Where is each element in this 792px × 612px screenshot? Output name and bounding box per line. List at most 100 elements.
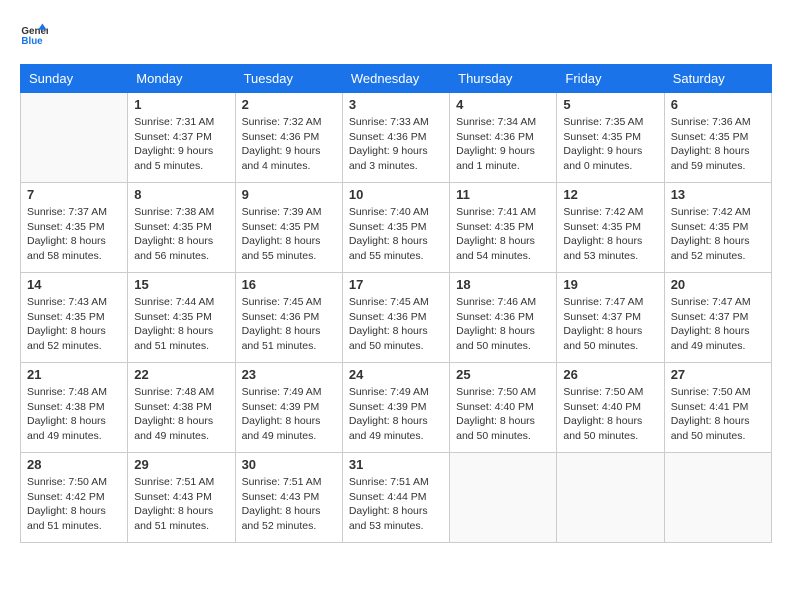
day-number: 21 bbox=[27, 367, 121, 382]
cell-info: Sunrise: 7:49 AMSunset: 4:39 PMDaylight:… bbox=[349, 385, 443, 444]
day-number: 28 bbox=[27, 457, 121, 472]
header: General Blue bbox=[20, 20, 772, 48]
calendar-cell bbox=[664, 453, 771, 543]
day-number: 16 bbox=[242, 277, 336, 292]
calendar-cell: 18Sunrise: 7:46 AMSunset: 4:36 PMDayligh… bbox=[450, 273, 557, 363]
calendar-cell: 6Sunrise: 7:36 AMSunset: 4:35 PMDaylight… bbox=[664, 93, 771, 183]
day-number: 15 bbox=[134, 277, 228, 292]
column-header-wednesday: Wednesday bbox=[342, 65, 449, 93]
cell-info: Sunrise: 7:39 AMSunset: 4:35 PMDaylight:… bbox=[242, 205, 336, 264]
day-number: 18 bbox=[456, 277, 550, 292]
cell-info: Sunrise: 7:47 AMSunset: 4:37 PMDaylight:… bbox=[563, 295, 657, 354]
day-number: 29 bbox=[134, 457, 228, 472]
column-header-friday: Friday bbox=[557, 65, 664, 93]
day-number: 6 bbox=[671, 97, 765, 112]
calendar-cell: 8 Sunrise: 7:38 AMSunset: 4:35 PMDaylight… bbox=[128, 183, 235, 273]
calendar-week-1: 1 Sunrise: 7:31 AMSunset: 4:37 PMDaylight… bbox=[21, 93, 772, 183]
calendar-cell bbox=[21, 93, 128, 183]
cell-info: Sunrise: 7:48 AMSunset: 4:38 PMDaylight:… bbox=[27, 385, 121, 444]
cell-info: Sunrise: 7:48 AMSunset: 4:38 PMDaylight:… bbox=[134, 385, 228, 444]
column-header-tuesday: Tuesday bbox=[235, 65, 342, 93]
cell-info: Sunrise: 7:35 AMSunset: 4:35 PMDaylight:… bbox=[563, 115, 657, 174]
column-header-sunday: Sunday bbox=[21, 65, 128, 93]
day-number: 23 bbox=[242, 367, 336, 382]
calendar-cell: 5Sunrise: 7:35 AMSunset: 4:35 PMDaylight… bbox=[557, 93, 664, 183]
calendar-cell: 14Sunrise: 7:43 AMSunset: 4:35 PMDayligh… bbox=[21, 273, 128, 363]
day-number: 8 bbox=[134, 187, 228, 202]
day-number: 11 bbox=[456, 187, 550, 202]
calendar-week-3: 14Sunrise: 7:43 AMSunset: 4:35 PMDayligh… bbox=[21, 273, 772, 363]
cell-info: Sunrise: 7:34 AMSunset: 4:36 PMDaylight:… bbox=[456, 115, 550, 174]
calendar-cell: 23 Sunrise: 7:49 AMSunset: 4:39 PMDayligh… bbox=[235, 363, 342, 453]
calendar-cell: 15 Sunrise: 7:44 AMSunset: 4:35 PMDayligh… bbox=[128, 273, 235, 363]
calendar-cell: 30Sunrise: 7:51 AMSunset: 4:43 PMDayligh… bbox=[235, 453, 342, 543]
calendar-cell: 31 Sunrise: 7:51 AMSunset: 4:44 PMDayligh… bbox=[342, 453, 449, 543]
calendar-cell: 22 Sunrise: 7:48 AMSunset: 4:38 PMDayligh… bbox=[128, 363, 235, 453]
day-number: 22 bbox=[134, 367, 228, 382]
cell-info: Sunrise: 7:50 AMSunset: 4:42 PMDaylight:… bbox=[27, 475, 121, 534]
column-header-saturday: Saturday bbox=[664, 65, 771, 93]
calendar-cell: 29 Sunrise: 7:51 AMSunset: 4:43 PMDayligh… bbox=[128, 453, 235, 543]
calendar-cell: 25 Sunrise: 7:50 AMSunset: 4:40 PMDayligh… bbox=[450, 363, 557, 453]
calendar-cell: 2Sunrise: 7:32 AMSunset: 4:36 PMDaylight… bbox=[235, 93, 342, 183]
day-number: 10 bbox=[349, 187, 443, 202]
calendar-cell: 3Sunrise: 7:33 AMSunset: 4:36 PMDaylight… bbox=[342, 93, 449, 183]
calendar-cell: 13 Sunrise: 7:42 AMSunset: 4:35 PMDayligh… bbox=[664, 183, 771, 273]
day-number: 3 bbox=[349, 97, 443, 112]
cell-info: Sunrise: 7:45 AMSunset: 4:36 PMDaylight:… bbox=[349, 295, 443, 354]
day-number: 9 bbox=[242, 187, 336, 202]
cell-info: Sunrise: 7:50 AMSunset: 4:40 PMDaylight:… bbox=[456, 385, 550, 444]
cell-info: Sunrise: 7:49 AMSunset: 4:39 PMDaylight:… bbox=[242, 385, 336, 444]
day-number: 19 bbox=[563, 277, 657, 292]
day-number: 12 bbox=[563, 187, 657, 202]
calendar-header-row: SundayMondayTuesdayWednesdayThursdayFrid… bbox=[21, 65, 772, 93]
day-number: 30 bbox=[242, 457, 336, 472]
cell-info: Sunrise: 7:51 AMSunset: 4:43 PMDaylight:… bbox=[134, 475, 228, 534]
calendar-cell: 16Sunrise: 7:45 AMSunset: 4:36 PMDayligh… bbox=[235, 273, 342, 363]
day-number: 27 bbox=[671, 367, 765, 382]
cell-info: Sunrise: 7:37 AMSunset: 4:35 PMDaylight:… bbox=[27, 205, 121, 264]
logo: General Blue bbox=[20, 20, 52, 48]
cell-info: Sunrise: 7:47 AMSunset: 4:37 PMDaylight:… bbox=[671, 295, 765, 354]
calendar-cell: 28 Sunrise: 7:50 AMSunset: 4:42 PMDayligh… bbox=[21, 453, 128, 543]
cell-info: Sunrise: 7:32 AMSunset: 4:36 PMDaylight:… bbox=[242, 115, 336, 174]
column-header-monday: Monday bbox=[128, 65, 235, 93]
day-number: 26 bbox=[563, 367, 657, 382]
calendar-cell: 4 Sunrise: 7:34 AMSunset: 4:36 PMDaylight… bbox=[450, 93, 557, 183]
day-number: 20 bbox=[671, 277, 765, 292]
calendar-cell: 24Sunrise: 7:49 AMSunset: 4:39 PMDayligh… bbox=[342, 363, 449, 453]
calendar-table: SundayMondayTuesdayWednesdayThursdayFrid… bbox=[20, 64, 772, 543]
calendar-cell: 10 Sunrise: 7:40 AMSunset: 4:35 PMDayligh… bbox=[342, 183, 449, 273]
cell-info: Sunrise: 7:44 AMSunset: 4:35 PMDaylight:… bbox=[134, 295, 228, 354]
calendar-cell: 21 Sunrise: 7:48 AMSunset: 4:38 PMDayligh… bbox=[21, 363, 128, 453]
day-number: 13 bbox=[671, 187, 765, 202]
calendar-body: 1 Sunrise: 7:31 AMSunset: 4:37 PMDaylight… bbox=[21, 93, 772, 543]
column-header-thursday: Thursday bbox=[450, 65, 557, 93]
calendar-cell: 17 Sunrise: 7:45 AMSunset: 4:36 PMDayligh… bbox=[342, 273, 449, 363]
day-number: 14 bbox=[27, 277, 121, 292]
cell-info: Sunrise: 7:51 AMSunset: 4:44 PMDaylight:… bbox=[349, 475, 443, 534]
cell-info: Sunrise: 7:40 AMSunset: 4:35 PMDaylight:… bbox=[349, 205, 443, 264]
cell-info: Sunrise: 7:42 AMSunset: 4:35 PMDaylight:… bbox=[671, 205, 765, 264]
calendar-cell: 1 Sunrise: 7:31 AMSunset: 4:37 PMDaylight… bbox=[128, 93, 235, 183]
day-number: 4 bbox=[456, 97, 550, 112]
calendar-cell: 20 Sunrise: 7:47 AMSunset: 4:37 PMDayligh… bbox=[664, 273, 771, 363]
day-number: 1 bbox=[134, 97, 228, 112]
cell-info: Sunrise: 7:38 AMSunset: 4:35 PMDaylight:… bbox=[134, 205, 228, 264]
logo-icon: General Blue bbox=[20, 20, 48, 48]
day-number: 25 bbox=[456, 367, 550, 382]
cell-info: Sunrise: 7:42 AMSunset: 4:35 PMDaylight:… bbox=[563, 205, 657, 264]
calendar-cell: 9 Sunrise: 7:39 AMSunset: 4:35 PMDaylight… bbox=[235, 183, 342, 273]
cell-info: Sunrise: 7:50 AMSunset: 4:41 PMDaylight:… bbox=[671, 385, 765, 444]
day-number: 31 bbox=[349, 457, 443, 472]
calendar-cell: 12 Sunrise: 7:42 AMSunset: 4:35 PMDayligh… bbox=[557, 183, 664, 273]
calendar-week-4: 21 Sunrise: 7:48 AMSunset: 4:38 PMDayligh… bbox=[21, 363, 772, 453]
cell-info: Sunrise: 7:41 AMSunset: 4:35 PMDaylight:… bbox=[456, 205, 550, 264]
svg-text:Blue: Blue bbox=[21, 36, 43, 47]
calendar-week-2: 7Sunrise: 7:37 AMSunset: 4:35 PMDaylight… bbox=[21, 183, 772, 273]
calendar-cell: 19 Sunrise: 7:47 AMSunset: 4:37 PMDayligh… bbox=[557, 273, 664, 363]
calendar-cell bbox=[450, 453, 557, 543]
cell-info: Sunrise: 7:31 AMSunset: 4:37 PMDaylight:… bbox=[134, 115, 228, 174]
day-number: 17 bbox=[349, 277, 443, 292]
cell-info: Sunrise: 7:50 AMSunset: 4:40 PMDaylight:… bbox=[563, 385, 657, 444]
